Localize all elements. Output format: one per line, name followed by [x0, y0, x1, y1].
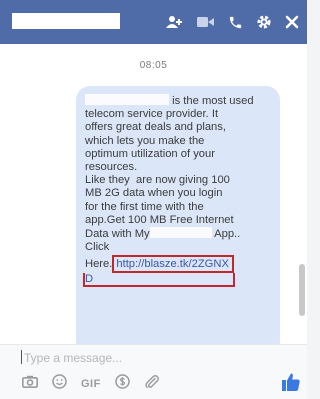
message-line: app.Get 100 MB Free Internet: [85, 213, 234, 226]
message-line: offers great deals and plans,: [85, 121, 226, 134]
attachment-icon[interactable]: [144, 374, 160, 395]
add-people-icon[interactable]: [166, 15, 184, 29]
sticker-icon[interactable]: [52, 374, 67, 394]
message-line: resources.: [85, 161, 138, 174]
contact-name-redacted: [12, 13, 120, 29]
message-line: Like they are now giving 100: [85, 174, 230, 187]
redacted-text: [85, 94, 169, 105]
close-icon[interactable]: [285, 15, 299, 29]
payment-icon[interactable]: [115, 374, 130, 394]
here-label: Here.: [85, 258, 113, 271]
suspicious-link[interactable]: http://blasze.tk/2ZGNX: [112, 255, 234, 274]
message-line: Here. http://blasze.tk/2ZGNX: [85, 255, 272, 274]
message-input[interactable]: [22, 348, 226, 368]
message-line: D: [83, 273, 272, 288]
message-line: for the first time with the: [85, 200, 204, 213]
message-line: optimum utilization of your: [85, 147, 215, 160]
conversation-pane[interactable]: 08:05 is the most used telecom service p…: [0, 44, 307, 356]
header-actions: [166, 12, 299, 32]
redacted-text: [149, 227, 212, 239]
message-bubble[interactable]: is the most used telecom service provide…: [76, 86, 280, 356]
message-timestamp: 08:05: [139, 60, 168, 71]
gif-icon[interactable]: GIF: [81, 378, 101, 390]
message-line: is the most used: [85, 94, 272, 108]
scrollbar[interactable]: [299, 264, 305, 316]
thumbs-up-icon[interactable]: [281, 372, 301, 397]
message-line: which lets you make the: [85, 134, 205, 147]
gear-icon[interactable]: [256, 14, 272, 30]
message-line: Data with My App..: [85, 227, 241, 241]
message-composer: GIF: [0, 344, 307, 399]
camera-icon[interactable]: [22, 375, 38, 393]
message-line: telecom service provider. It: [85, 108, 219, 121]
message-line: Click: [85, 241, 110, 254]
chat-header: [0, 0, 307, 44]
phone-icon[interactable]: [228, 15, 243, 30]
suspicious-link-tail[interactable]: D: [83, 273, 235, 288]
message-line: MB 2G data when you login: [85, 187, 223, 200]
composer-tools: GIF: [22, 374, 160, 395]
video-call-icon[interactable]: [197, 16, 215, 28]
